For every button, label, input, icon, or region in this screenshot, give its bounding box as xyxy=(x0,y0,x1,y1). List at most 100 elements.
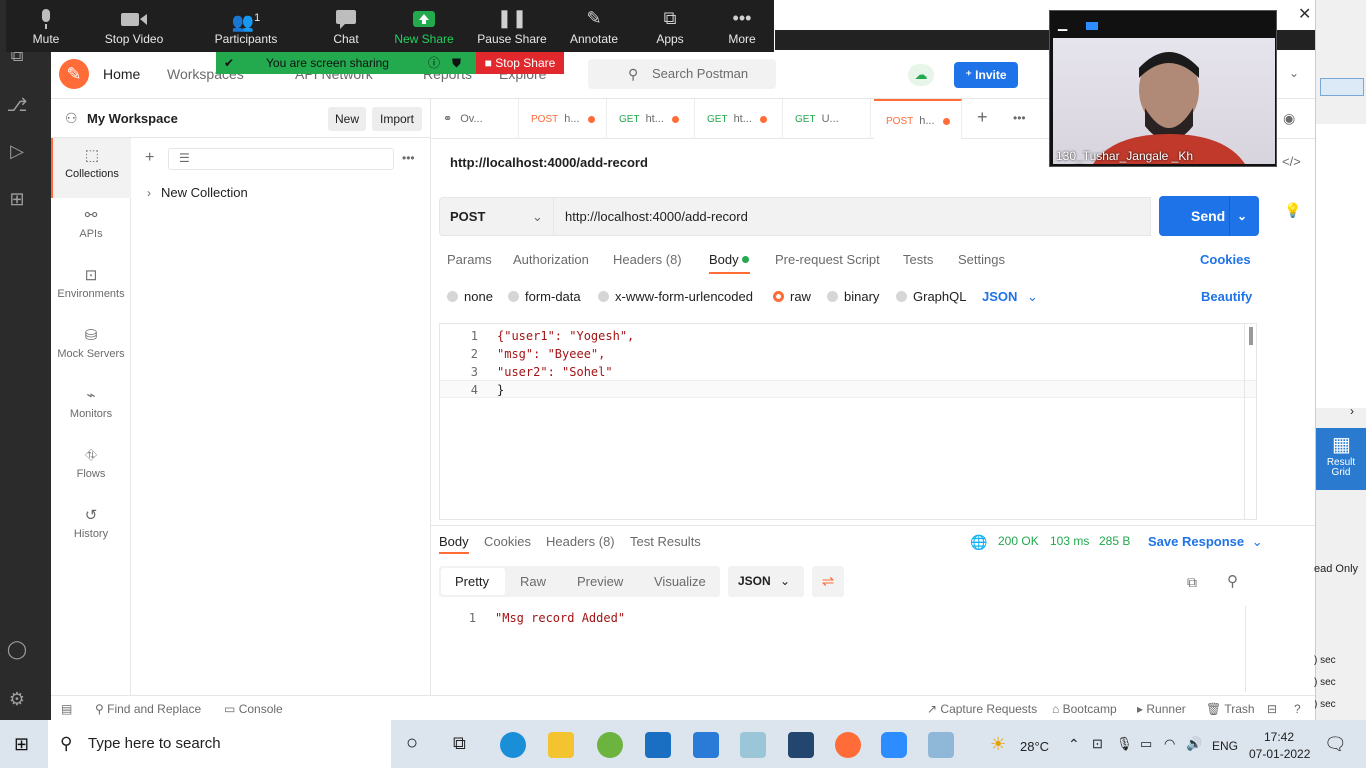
response-tab-headers[interactable]: Headers (8) xyxy=(546,534,615,549)
radio-graphql[interactable]: GraphQL xyxy=(896,289,966,304)
response-tab-body[interactable]: Body xyxy=(439,534,469,549)
more-options-icon[interactable]: ••• xyxy=(402,151,415,165)
layout-icon[interactable] xyxy=(1320,78,1364,96)
view-raw[interactable]: Raw xyxy=(520,574,546,589)
sidebar-item-apis[interactable]: ⚯ APIs xyxy=(51,198,131,258)
url-input[interactable]: http://localhost:4000/add-record xyxy=(554,197,1151,236)
clock-time[interactable]: 17:42 xyxy=(1264,730,1294,744)
battery-icon[interactable]: ▭ xyxy=(1140,736,1152,752)
collection-filter-input[interactable]: ☰ xyxy=(168,148,394,170)
beautify-link[interactable]: Beautify xyxy=(1201,289,1252,304)
account-icon[interactable]: ◯ xyxy=(4,636,30,662)
runner-button[interactable]: ▸ Runner xyxy=(1137,702,1186,716)
radio-raw[interactable]: raw xyxy=(773,289,811,304)
response-tab-cookies[interactable]: Cookies xyxy=(484,534,531,549)
scrollbar-thumb[interactable] xyxy=(1249,327,1253,345)
view-toggle-icon[interactable] xyxy=(1086,22,1098,30)
chevron-right-icon[interactable]: › xyxy=(1350,404,1354,418)
sidebar-item-history[interactable]: ↺ History xyxy=(51,498,131,558)
wifi-icon[interactable]: ◠ xyxy=(1164,736,1175,752)
import-button[interactable]: Import xyxy=(372,107,422,131)
mysql-workbench-icon[interactable] xyxy=(788,732,814,758)
view-visualize[interactable]: Visualize xyxy=(654,574,706,589)
participants-button[interactable]: 👥1 Participants xyxy=(206,4,286,46)
view-preview[interactable]: Preview xyxy=(577,574,623,589)
result-grid-button[interactable]: ▦ Result Grid xyxy=(1316,428,1366,490)
search-input[interactable]: ⚲ Search Postman xyxy=(588,59,776,89)
sidebar-item-mock-servers[interactable]: ⛁ Mock Servers xyxy=(51,318,131,378)
tab-request-active[interactable]: POST h... xyxy=(874,99,962,139)
tab-options-icon[interactable]: ••• xyxy=(1013,111,1026,125)
trash-button[interactable]: 🗑 Trash xyxy=(1206,702,1255,716)
file-explorer-icon[interactable] xyxy=(548,732,574,758)
workspace-name[interactable]: My Workspace xyxy=(87,111,178,126)
stop-video-button[interactable]: Stop Video xyxy=(94,4,174,46)
response-tab-test-results[interactable]: Test Results xyxy=(630,534,701,549)
annotate-button[interactable]: ✎ Annotate xyxy=(554,4,634,46)
source-control-icon[interactable]: ⎇ xyxy=(4,92,30,118)
response-status[interactable]: 200 OK xyxy=(998,534,1039,548)
tab-authorization[interactable]: Authorization xyxy=(513,252,589,267)
apps-button[interactable]: ⧉ Apps xyxy=(630,4,710,46)
layout-toggle-icon[interactable]: ⊟ xyxy=(1267,702,1277,716)
tab-tests[interactable]: Tests xyxy=(903,252,933,267)
radio-none[interactable]: none xyxy=(447,289,493,304)
postman-taskbar-icon[interactable] xyxy=(835,732,861,758)
request-title[interactable]: http://localhost:4000/add-record xyxy=(450,155,648,170)
radio-form-data[interactable]: form-data xyxy=(508,289,581,304)
vscode-icon[interactable] xyxy=(693,732,719,758)
chevron-down-icon[interactable]: ⌄ xyxy=(1289,66,1299,80)
radio-binary[interactable]: binary xyxy=(827,289,879,304)
invite-button[interactable]: ⁺ Invite xyxy=(954,62,1018,88)
pause-share-button[interactable]: ❚❚ Pause Share xyxy=(472,4,552,46)
bootcamp-button[interactable]: ⌂ Bootcamp xyxy=(1052,702,1117,716)
nav-home[interactable]: Home xyxy=(103,66,140,82)
spring-tool-icon[interactable] xyxy=(597,732,623,758)
sidebar-item-environments[interactable]: ⊡ Environments xyxy=(51,258,131,318)
task-view-icon[interactable]: ⧉ xyxy=(453,733,466,754)
notifications-icon[interactable]: 🗨 xyxy=(1324,734,1347,755)
tab-overview[interactable]: ⚭ Ov... xyxy=(431,99,519,139)
windows-start-icon[interactable]: ⊞ xyxy=(14,734,29,755)
paint-icon[interactable] xyxy=(928,732,954,758)
sidebar-toggle-icon[interactable]: ▤ xyxy=(61,702,72,716)
sidebar-item-collections[interactable]: ⬚ Collections xyxy=(51,138,131,198)
language-indicator[interactable]: ENG xyxy=(1212,739,1238,753)
info-icon[interactable]: ⓘ xyxy=(428,52,440,74)
cookies-link[interactable]: Cookies xyxy=(1200,252,1251,267)
taskbar-search-input[interactable]: ⚲ Type here to search xyxy=(48,720,391,768)
sync-status-icon[interactable]: ☁ xyxy=(908,64,934,86)
camera-tray-icon[interactable]: ⊡ xyxy=(1092,736,1103,752)
sidebar-item-flows[interactable]: ⛗ Flows xyxy=(51,438,131,498)
wrap-lines-icon[interactable]: ⇌ xyxy=(812,566,844,597)
collection-row[interactable]: › New Collection xyxy=(147,185,248,200)
console-button[interactable]: ▭ Console xyxy=(224,702,283,716)
edge-icon[interactable] xyxy=(500,732,526,758)
clock-date[interactable]: 07-01-2022 xyxy=(1249,747,1310,761)
settings-gear-icon[interactable]: ⚙ xyxy=(4,686,30,712)
body-editor[interactable]: 1 {"user1": "Yogesh", 2 "msg": "Byeee", … xyxy=(439,323,1257,520)
postman-logo-icon[interactable]: ✎ xyxy=(59,59,89,89)
find-replace-button[interactable]: ⚲ Find and Replace xyxy=(95,702,201,716)
new-button[interactable]: New xyxy=(328,107,366,131)
sidebar-item-monitors[interactable]: ⌁ Monitors xyxy=(51,378,131,438)
app-icon[interactable] xyxy=(740,732,766,758)
tab-request[interactable]: GET U... xyxy=(783,99,871,139)
view-pretty[interactable]: Pretty xyxy=(455,574,489,589)
search-icon[interactable]: ⚲ xyxy=(1227,572,1238,590)
help-icon[interactable]: ? xyxy=(1294,702,1301,716)
tab-request[interactable]: GET ht... xyxy=(607,99,695,139)
mute-button[interactable]: Mute xyxy=(6,4,86,46)
extensions-icon[interactable]: ⊞ xyxy=(4,186,30,212)
tab-request[interactable]: POST h... xyxy=(519,99,607,139)
body-format-select[interactable]: JSON ⌄ xyxy=(982,289,1038,305)
stop-share-button[interactable]: ■ Stop Share xyxy=(476,52,564,74)
microphone-tray-icon[interactable]: 🎙 xyxy=(1116,736,1133,752)
new-share-button[interactable]: New Share xyxy=(384,4,464,46)
temperature[interactable]: 28°C xyxy=(1020,739,1049,754)
tab-body[interactable]: Body xyxy=(709,252,750,267)
tray-chevron-icon[interactable]: ⌃ xyxy=(1068,736,1080,753)
chat-button[interactable]: Chat xyxy=(306,4,386,46)
save-response-button[interactable]: Save Response ⌄ xyxy=(1148,534,1263,550)
chevron-down-icon[interactable]: ⌄ xyxy=(1237,196,1247,236)
